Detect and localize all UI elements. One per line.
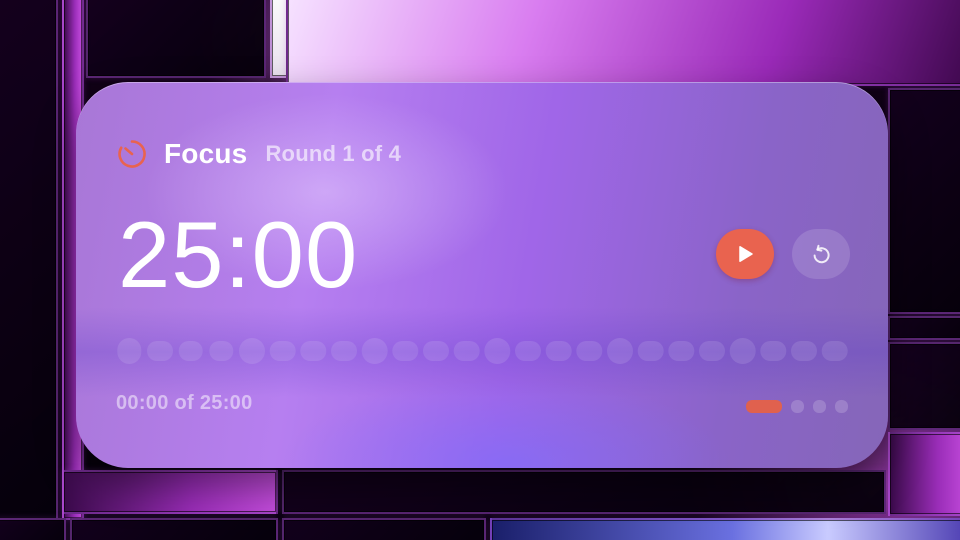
reset-button[interactable] <box>792 229 850 279</box>
round-label: Round 1 of 4 <box>265 141 402 166</box>
round-pip <box>835 399 848 413</box>
widget-header: Focus Round 1 of 4 <box>116 136 401 172</box>
play-icon <box>739 246 753 262</box>
progress-waveform[interactable] <box>114 336 850 366</box>
waveform-bar <box>729 338 756 364</box>
widget-title: Focus <box>164 138 248 169</box>
wallpaper-pane <box>888 342 960 430</box>
waveform-bar <box>637 341 664 361</box>
waveform-bar <box>423 341 449 361</box>
elapsed-label: 00:00 of 25:00 <box>116 392 253 414</box>
wallpaper-pane <box>888 316 960 340</box>
play-button[interactable] <box>716 229 774 279</box>
wallpaper-pane <box>490 518 960 540</box>
round-pip-active <box>746 399 782 413</box>
timer-icon <box>118 140 146 168</box>
wallpaper-pane <box>888 432 960 516</box>
waveform-bar <box>361 338 388 364</box>
waveform-bar <box>515 341 541 361</box>
waveform-bar <box>576 341 603 361</box>
waveform-bar <box>178 341 203 361</box>
waveform-bar <box>269 341 296 361</box>
waveform-bar <box>300 341 327 361</box>
wallpaper-pane <box>70 518 278 540</box>
round-indicator <box>746 399 848 413</box>
waveform-bar <box>392 341 419 361</box>
round-pip <box>813 399 826 413</box>
reset-icon <box>813 244 830 264</box>
wallpaper-pane <box>0 518 66 540</box>
waveform-bar <box>545 341 572 361</box>
wallpaper-pane <box>286 0 960 86</box>
waveform-bar <box>209 341 234 361</box>
waveform-bar <box>453 341 480 361</box>
round-pip <box>791 399 804 413</box>
waveform-bar <box>668 341 695 361</box>
wallpaper-pane <box>282 518 486 540</box>
waveform-bar <box>699 341 725 361</box>
waveform-bar <box>239 338 265 364</box>
waveform-bar <box>331 341 357 361</box>
wallpaper-pane <box>282 470 886 514</box>
wallpaper-pane <box>888 88 960 314</box>
wallpaper-pane <box>0 0 58 520</box>
focus-timer-widget: Focus Round 1 of 4 25:00 00:00 of 25:00 <box>76 82 888 468</box>
waveform-bar <box>147 341 173 361</box>
waveform-bar <box>607 338 633 364</box>
waveform-bar <box>821 341 848 361</box>
waveform-bar <box>760 341 787 361</box>
waveform-bar <box>791 341 817 361</box>
wallpaper-pane <box>62 470 278 514</box>
waveform-bar <box>484 338 511 364</box>
time-remaining: 25:00 <box>118 202 359 307</box>
waveform-bar <box>117 338 142 364</box>
wallpaper-pane <box>86 0 266 78</box>
